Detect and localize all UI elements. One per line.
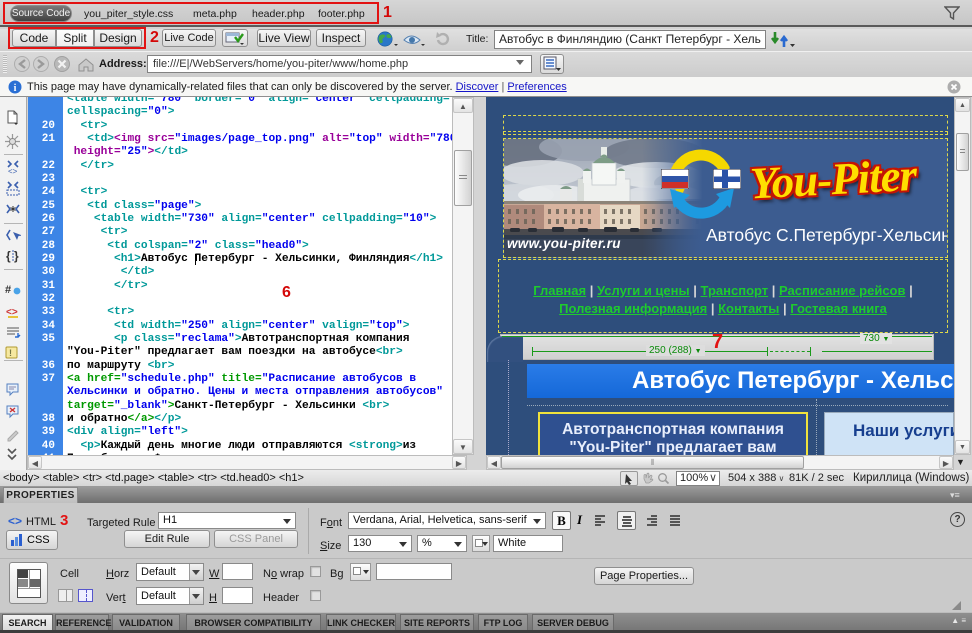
- svg-text:#: #: [5, 284, 11, 296]
- svg-text:!: !: [9, 348, 12, 358]
- svg-text:<>: <>: [8, 167, 18, 175]
- svg-text:i: i: [14, 83, 17, 94]
